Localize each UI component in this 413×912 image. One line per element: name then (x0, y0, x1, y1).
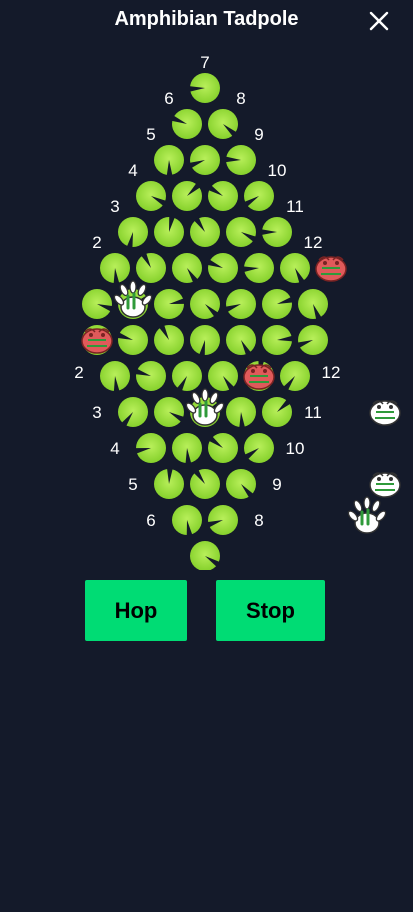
white-frog-hand-piece[interactable] (113, 280, 153, 318)
lily-pad[interactable] (226, 469, 256, 499)
red-frog-piece[interactable] (243, 364, 275, 390)
row-number-right: 12 (322, 363, 341, 382)
lily-pad[interactable] (225, 289, 256, 319)
lily-pad[interactable] (154, 468, 184, 499)
row-number-left: 2 (92, 233, 101, 252)
lily-pad[interactable] (190, 217, 220, 247)
lily-pad[interactable] (136, 252, 166, 283)
lily-pad[interactable] (208, 433, 238, 463)
lily-pad[interactable] (262, 397, 292, 427)
row-number-right: 10 (268, 161, 287, 180)
lily-pad[interactable] (136, 181, 167, 211)
lily-pad[interactable] (117, 325, 148, 355)
row-number-right: 11 (286, 197, 304, 216)
stop-button[interactable]: Stop (216, 580, 325, 641)
lily-pad[interactable] (207, 505, 238, 535)
lily-pad[interactable] (135, 433, 166, 463)
lily-pad[interactable] (172, 361, 202, 392)
row-number-right: 11 (304, 403, 322, 422)
game-board: 7685941031121221231141059687 (74, 53, 401, 570)
row-number-left: 5 (128, 475, 137, 494)
lily-pad[interactable] (135, 361, 166, 391)
lily-pad[interactable] (118, 217, 148, 248)
lily-pad[interactable] (154, 289, 185, 319)
lily-pad[interactable] (225, 145, 256, 175)
row-number-left: 2 (74, 363, 83, 382)
row-number-left: 6 (164, 89, 173, 108)
lily-pad[interactable] (189, 145, 220, 175)
row-number-right: 8 (254, 511, 263, 530)
lily-pad[interactable] (100, 253, 130, 284)
lily-pad[interactable] (243, 253, 274, 283)
lily-pad[interactable] (280, 253, 310, 284)
row-number-left: 5 (146, 125, 155, 144)
lily-pad[interactable] (82, 289, 113, 319)
lily-pad[interactable] (298, 289, 328, 320)
lily-pad[interactable] (226, 325, 256, 356)
lily-pad[interactable] (172, 505, 202, 536)
lily-pad[interactable] (226, 217, 257, 247)
white-frog-hand-piece[interactable] (347, 496, 387, 534)
lily-pad[interactable] (208, 109, 238, 139)
row-number-right: 12 (304, 233, 323, 252)
row-number-left: 6 (146, 511, 155, 530)
lily-pad[interactable] (280, 361, 310, 391)
row-number-left: 7 (200, 53, 209, 72)
lily-pad[interactable] (118, 397, 148, 427)
row-number-right: 9 (272, 475, 281, 494)
lily-pad[interactable] (171, 109, 202, 139)
red-frog-piece[interactable] (315, 256, 347, 282)
lily-pad[interactable] (244, 181, 274, 211)
lily-pad[interactable] (207, 253, 238, 283)
lily-pad[interactable] (208, 181, 238, 211)
row-number-left: 3 (92, 403, 101, 422)
row-number-right: 10 (286, 439, 305, 458)
lily-pad[interactable] (262, 289, 293, 319)
lily-pad[interactable] (154, 145, 184, 176)
lily-pad[interactable] (190, 541, 220, 570)
lily-pad[interactable] (189, 73, 220, 103)
lily-pad[interactable] (262, 325, 293, 355)
lily-pad[interactable] (261, 217, 292, 247)
white-frog-piece[interactable] (369, 472, 401, 498)
lily-pad[interactable] (100, 361, 130, 392)
lily-pad[interactable] (190, 469, 220, 499)
lily-pad[interactable] (190, 289, 220, 319)
row-number-right: 9 (254, 125, 263, 144)
lily-pad[interactable] (190, 325, 220, 356)
lily-pad[interactable] (172, 181, 202, 211)
lily-pad[interactable] (172, 253, 202, 283)
red-frog-piece[interactable] (81, 328, 113, 354)
lily-pad[interactable] (154, 397, 185, 427)
white-frog-hand-piece[interactable] (185, 388, 225, 426)
white-frog-piece[interactable] (369, 400, 401, 426)
row-number-left: 4 (110, 439, 119, 458)
lily-pad[interactable] (154, 216, 184, 247)
row-number-left: 4 (128, 161, 137, 180)
lily-pad[interactable] (172, 433, 202, 464)
row-number-right: 8 (236, 89, 245, 108)
lily-pad[interactable] (297, 325, 328, 355)
lily-pad[interactable] (226, 397, 256, 428)
hop-button[interactable]: Hop (85, 580, 187, 641)
lily-pad[interactable] (208, 361, 238, 391)
lily-pad[interactable] (154, 324, 184, 355)
lily-pad[interactable] (244, 433, 274, 463)
row-number-left: 3 (110, 197, 119, 216)
